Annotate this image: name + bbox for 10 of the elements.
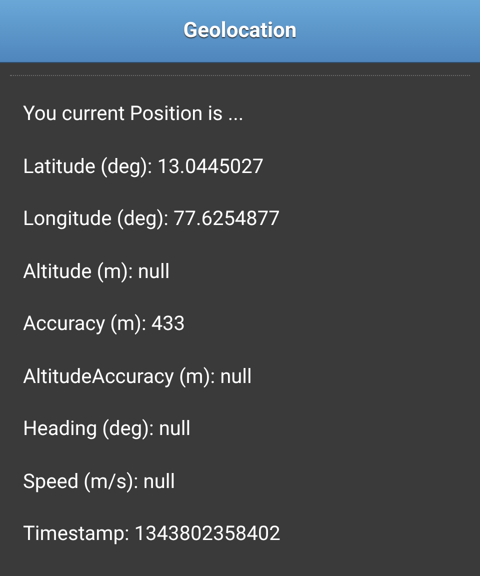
info-text: Accuracy (m): 433 [23,310,186,337]
info-text: Longitude (deg): 77.6254877 [23,205,281,232]
info-text: You current Position is ... [23,100,245,127]
info-text: AltitudeAccuracy (m): null [23,362,253,390]
info-text: Speed (m/s): null [23,468,176,494]
info-text: Heading (deg): null [23,415,192,442]
info-text: Timestamp: 1343802358402 [23,520,282,547]
info-text: Latitude (deg): 13.0445027 [23,152,265,180]
header-title: Geolocation [183,19,297,43]
info-text: Altitude (m): null [23,258,171,284]
